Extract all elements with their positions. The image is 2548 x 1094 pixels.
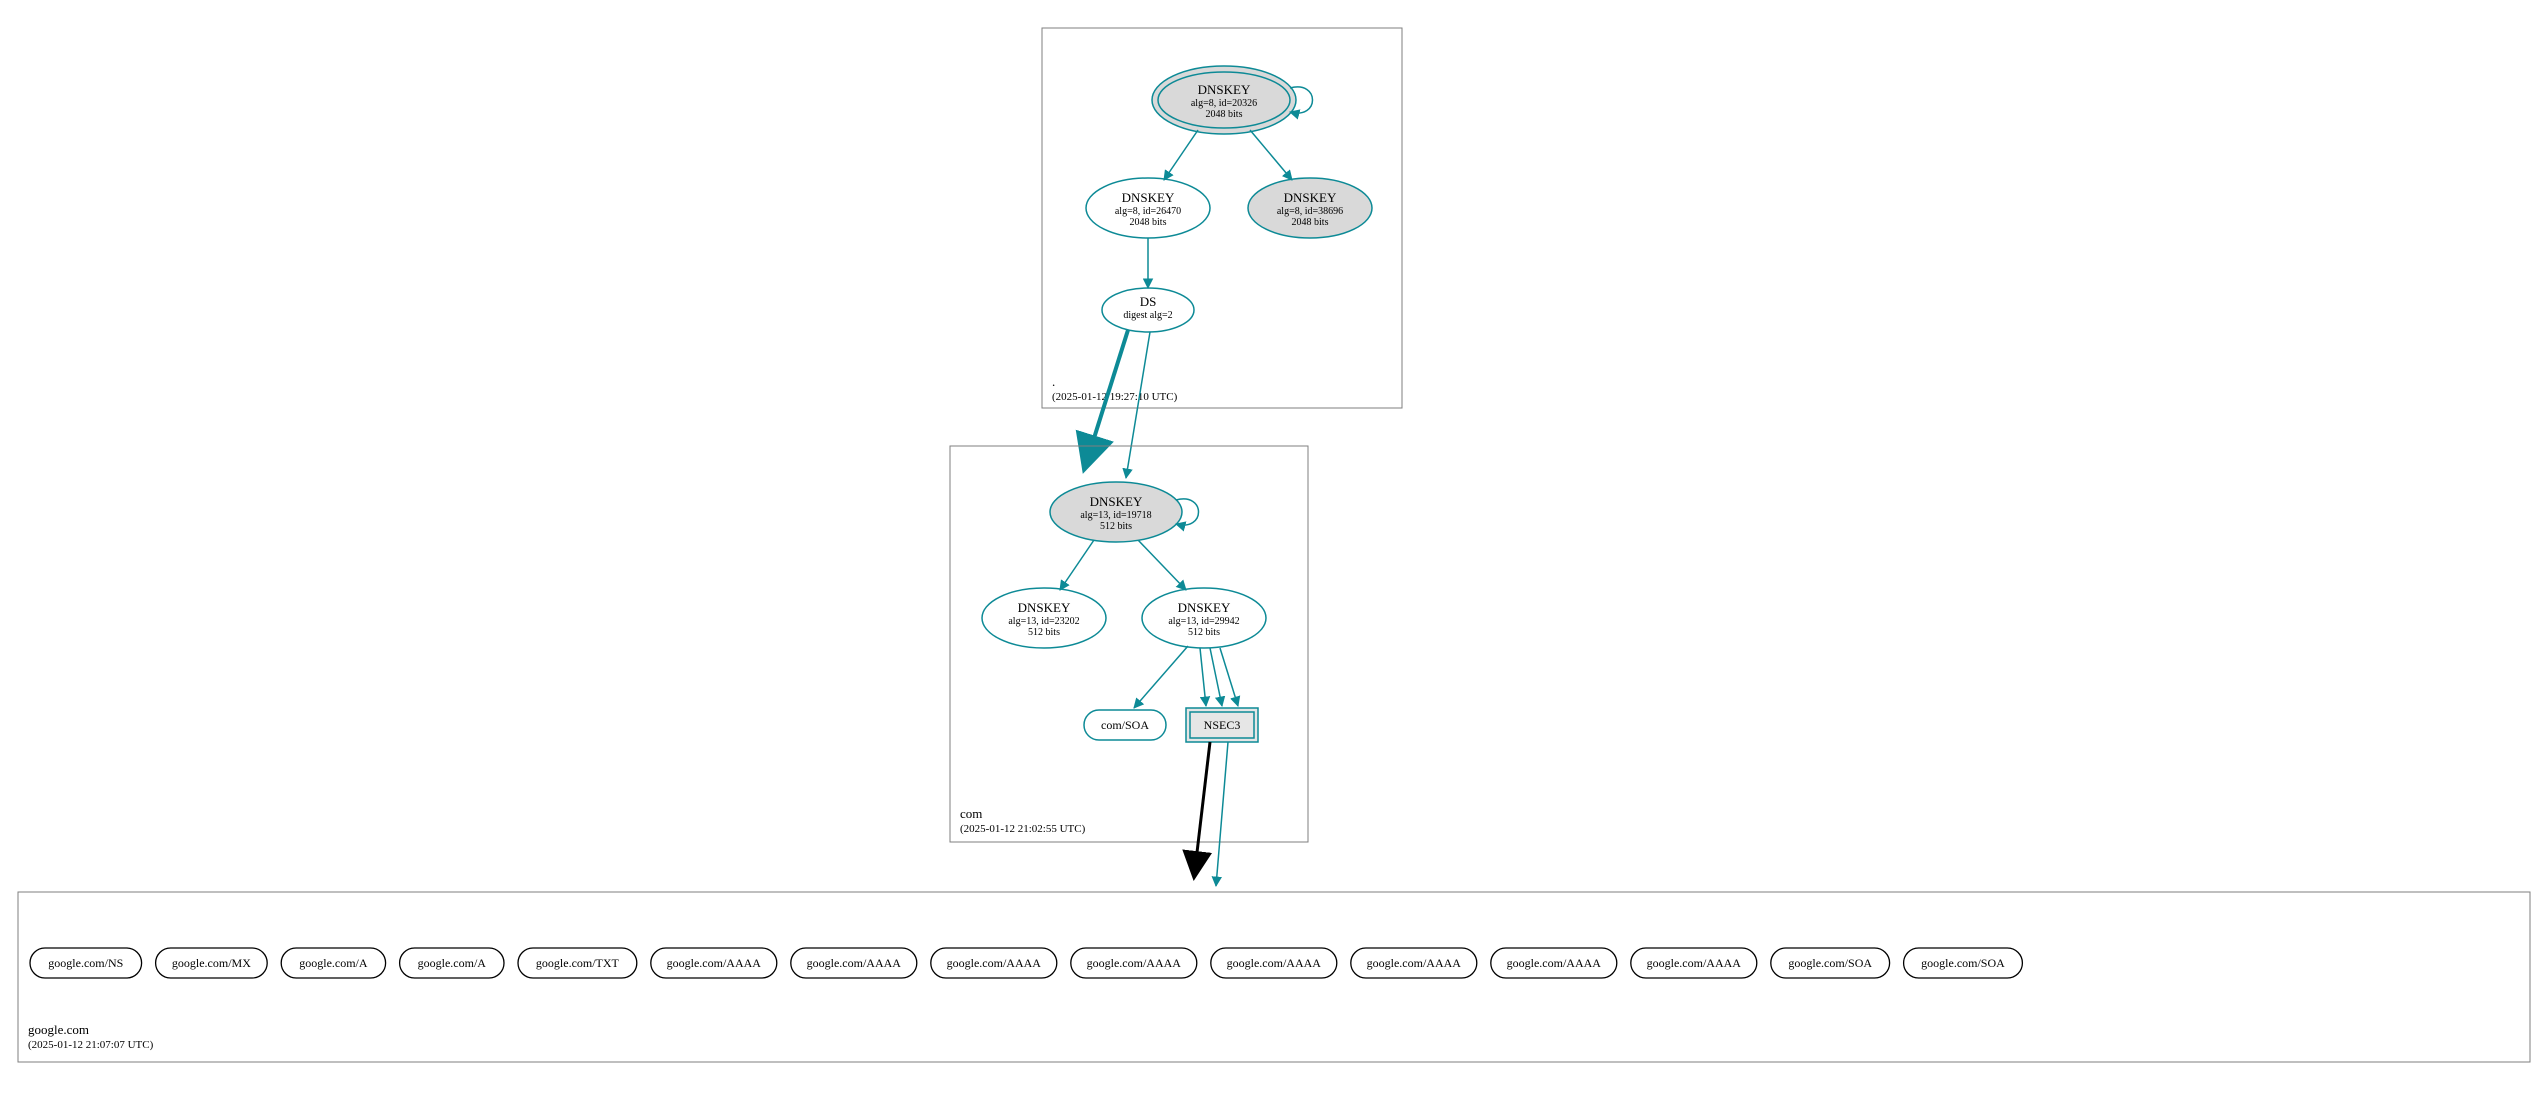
node-com-ksk: DNSKEY alg=13, id=19718 512 bits bbox=[1050, 482, 1182, 542]
node-com-soa: com/SOA bbox=[1084, 710, 1166, 740]
node-root-zsk2: DNSKEY alg=8, id=38696 2048 bits bbox=[1248, 178, 1372, 238]
svg-text:alg=13, id=19718: alg=13, id=19718 bbox=[1080, 510, 1151, 521]
svg-text:alg=13, id=23202: alg=13, id=23202 bbox=[1008, 616, 1079, 627]
zone-com-name: com bbox=[960, 806, 982, 821]
node-root-ksk: DNSKEY alg=8, id=20326 2048 bits bbox=[1152, 66, 1296, 134]
node-com-zsk1: DNSKEY alg=13, id=23202 512 bits bbox=[982, 588, 1106, 648]
svg-text:DNSKEY: DNSKEY bbox=[1122, 190, 1175, 205]
edge-com-nsec3-to-google bbox=[1216, 742, 1228, 886]
svg-text:2048 bits: 2048 bits bbox=[1206, 109, 1243, 120]
edge-com-zsk2-soa bbox=[1134, 646, 1188, 708]
zone-google-timestamp: (2025-01-12 21:07:07 UTC) bbox=[28, 1039, 154, 1051]
google-records-row: google.com/NS google.com/MX google.com/A go… bbox=[30, 948, 2022, 978]
node-com-zsk2: DNSKEY alg=13, id=29942 512 bits bbox=[1142, 588, 1266, 648]
svg-text:NSEC3: NSEC3 bbox=[1204, 718, 1241, 732]
svg-text:alg=8, id=20326: alg=8, id=20326 bbox=[1191, 98, 1257, 109]
svg-text:DNSKEY: DNSKEY bbox=[1284, 190, 1337, 205]
svg-text:2048 bits: 2048 bits bbox=[1130, 217, 1167, 228]
zone-google-name: google.com bbox=[28, 1022, 89, 1037]
svg-text:512 bits: 512 bits bbox=[1028, 627, 1060, 638]
edge-com-ksk-zsk2 bbox=[1138, 540, 1186, 590]
node-root-ds: DS digest alg=2 bbox=[1102, 288, 1194, 332]
zone-google: google.com (2025-01-12 21:07:07 UTC) goo… bbox=[18, 892, 2530, 1062]
edge-root-ksk-zsk2 bbox=[1250, 130, 1292, 180]
dnssec-diagram: . (2025-01-12 19:27:10 UTC) DNSKEY alg=8… bbox=[0, 0, 2548, 1094]
record-pill-label: google.com/SOA bbox=[1921, 956, 2005, 970]
record-pill-label: google.com/AAAA bbox=[1507, 956, 1602, 970]
svg-text:DNSKEY: DNSKEY bbox=[1198, 82, 1251, 97]
record-pill-label: google.com/AAAA bbox=[667, 956, 762, 970]
record-pill-label: google.com/AAAA bbox=[807, 956, 902, 970]
zone-root-name: . bbox=[1052, 374, 1055, 389]
record-pill-label: google.com/MX bbox=[172, 956, 251, 970]
svg-text:512 bits: 512 bits bbox=[1188, 627, 1220, 638]
node-com-nsec3: NSEC3 bbox=[1186, 708, 1258, 742]
svg-text:DNSKEY: DNSKEY bbox=[1090, 494, 1143, 509]
edge-com-ksk-zsk1 bbox=[1060, 540, 1094, 590]
svg-text:alg=13, id=29942: alg=13, id=29942 bbox=[1168, 616, 1239, 627]
record-pill-label: google.com/AAAA bbox=[1087, 956, 1182, 970]
svg-text:512 bits: 512 bits bbox=[1100, 521, 1132, 532]
record-pill-label: google.com/A bbox=[418, 956, 487, 970]
svg-text:2048 bits: 2048 bits bbox=[1292, 217, 1329, 228]
edge-com-zsk2-nsec3-c bbox=[1220, 648, 1238, 706]
record-pill-label: google.com/AAAA bbox=[947, 956, 1042, 970]
record-pill-label: google.com/AAAA bbox=[1647, 956, 1742, 970]
zone-root-timestamp: (2025-01-12 19:27:10 UTC) bbox=[1052, 391, 1178, 403]
zone-com-timestamp: (2025-01-12 21:02:55 UTC) bbox=[960, 823, 1086, 835]
node-root-zsk1: DNSKEY alg=8, id=26470 2048 bits bbox=[1086, 178, 1210, 238]
record-pill-label: google.com/SOA bbox=[1788, 956, 1872, 970]
svg-text:DS: DS bbox=[1140, 294, 1157, 309]
svg-text:DNSKEY: DNSKEY bbox=[1178, 600, 1231, 615]
edge-root-ksk-zsk1 bbox=[1164, 130, 1198, 180]
record-pill-label: google.com/TXT bbox=[536, 956, 620, 970]
record-pill-label: google.com/NS bbox=[48, 956, 123, 970]
record-pill-label: google.com/AAAA bbox=[1367, 956, 1462, 970]
edge-com-zsk2-nsec3-b bbox=[1210, 648, 1222, 706]
svg-text:digest alg=2: digest alg=2 bbox=[1123, 310, 1172, 321]
svg-text:alg=8, id=38696: alg=8, id=38696 bbox=[1277, 206, 1343, 217]
svg-text:DNSKEY: DNSKEY bbox=[1018, 600, 1071, 615]
svg-text:alg=8, id=26470: alg=8, id=26470 bbox=[1115, 206, 1181, 217]
zone-root: . (2025-01-12 19:27:10 UTC) DNSKEY alg=8… bbox=[1042, 28, 1402, 408]
record-pill-label: google.com/AAAA bbox=[1227, 956, 1322, 970]
zone-com: com (2025-01-12 21:02:55 UTC) DNSKEY alg… bbox=[950, 446, 1308, 842]
svg-text:com/SOA: com/SOA bbox=[1101, 718, 1149, 732]
record-pill-label: google.com/A bbox=[299, 956, 368, 970]
edge-com-to-google-black bbox=[1194, 742, 1210, 878]
edge-root-ds-to-com-ksk bbox=[1126, 332, 1150, 478]
edge-com-zsk2-nsec3-a bbox=[1200, 648, 1206, 706]
